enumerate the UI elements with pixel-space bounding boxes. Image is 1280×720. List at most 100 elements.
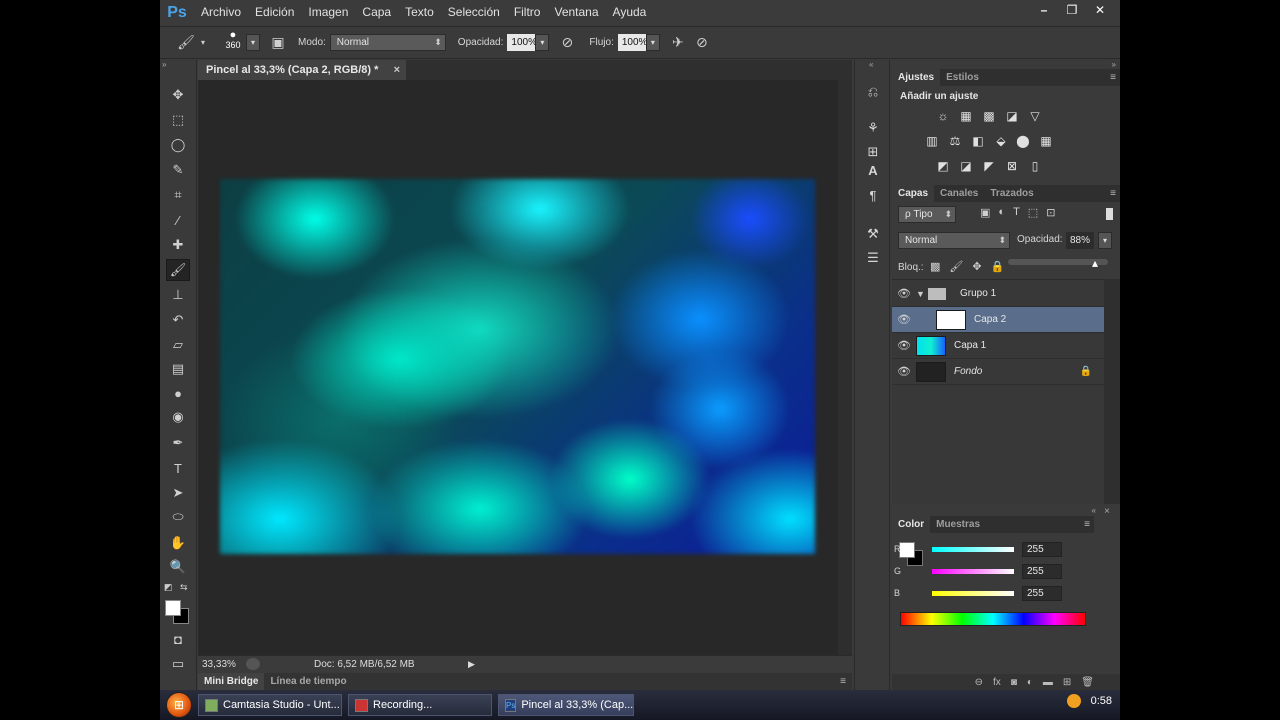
black-white-icon[interactable]: ◧ — [969, 133, 987, 149]
adjustments-panel-menu-icon[interactable]: ≡ — [1110, 69, 1116, 86]
add-mask-icon[interactable]: ◙ — [1011, 677, 1017, 688]
color-balance-icon[interactable]: ⚖ — [946, 133, 964, 149]
filter-type-icon[interactable]: T — [1013, 206, 1020, 219]
close-button[interactable]: ✕ — [1086, 0, 1114, 20]
tool-presets-panel-icon[interactable]: ⚒ — [861, 224, 885, 244]
toolbox-collapse-icon[interactable]: » — [162, 60, 166, 69]
red-slider[interactable] — [932, 546, 1014, 552]
menu-ayuda[interactable]: Ayuda — [606, 0, 654, 25]
new-layer-icon[interactable]: ⊞ — [1063, 677, 1071, 688]
default-colors-icon[interactable]: ◩ — [164, 582, 173, 593]
menu-seleccion[interactable]: Selección — [441, 0, 507, 25]
move-tool-icon[interactable]: ✥ — [166, 84, 190, 106]
color-panel-close-icon[interactable]: × — [1104, 506, 1110, 517]
tray-notification-icon[interactable] — [1066, 694, 1081, 708]
clone-stamp-tool-icon[interactable]: ⊥ — [166, 284, 190, 306]
quick-mask-icon[interactable]: ◘ — [166, 628, 190, 650]
channel-mixer-icon[interactable]: ⬤ — [1014, 133, 1032, 149]
dodge-tool-icon[interactable]: ◉ — [166, 406, 190, 428]
mode-select[interactable]: Normal — [329, 34, 446, 51]
swap-colors-icon[interactable]: ⇆ — [180, 582, 188, 593]
menu-imagen[interactable]: Imagen — [301, 0, 355, 25]
delete-layer-icon[interactable]: 🗑 — [1081, 677, 1094, 688]
color-panel-collapse-icon[interactable]: « — [1092, 506, 1096, 515]
layer-filter-select[interactable]: ρ Tipo — [898, 206, 956, 223]
filter-shape-icon[interactable]: ⬚ — [1028, 206, 1038, 219]
zoom-tool-icon[interactable]: 🔍 — [166, 556, 190, 578]
tab-canales[interactable]: Canales — [934, 185, 984, 202]
layers-scrollbar[interactable] — [1104, 279, 1120, 504]
history-brush-tool-icon[interactable]: ↶ — [166, 309, 190, 331]
screen-mode-icon[interactable]: ▭ — [166, 653, 190, 675]
lock-pixels-icon[interactable]: 🖌 — [949, 260, 963, 273]
curves-icon[interactable]: ▩ — [980, 108, 998, 124]
opacity-field[interactable]: 100% — [507, 34, 537, 51]
menu-filtro[interactable]: Filtro — [507, 0, 548, 25]
history-panel-icon[interactable]: ⎌ — [861, 82, 885, 102]
start-button[interactable]: ⊞ — [166, 692, 192, 718]
lock-all-icon[interactable]: 🔒 — [991, 260, 1005, 273]
gradient-tool-icon[interactable]: ▤ — [166, 358, 190, 380]
layer-row-fondo[interactable]: 👁 Fondo 🔒 — [892, 359, 1104, 385]
color-spectrum-ramp[interactable] — [900, 612, 1086, 626]
minimize-button[interactable]: – — [1030, 0, 1058, 20]
taskbar-camtasia[interactable]: Camtasia Studio - Unt... — [198, 694, 342, 716]
tab-mini-bridge[interactable]: Mini Bridge — [198, 673, 265, 690]
opacity-slider-dropdown[interactable]: ▾ — [535, 34, 550, 51]
flow-slider-dropdown[interactable]: ▾ — [645, 34, 660, 51]
path-selection-tool-icon[interactable]: ➤ — [166, 482, 190, 504]
brightness-icon[interactable]: ☼ — [934, 108, 952, 124]
tab-capas[interactable]: Capas — [892, 185, 935, 202]
eyedropper-tool-icon[interactable]: ⁄ — [166, 209, 190, 231]
layer-comps-panel-icon[interactable]: ☰ — [861, 248, 885, 268]
tool-preset-dropdown-icon[interactable]: ▾ — [198, 38, 208, 47]
flow-field[interactable]: 100% — [617, 34, 647, 51]
slider-handle-icon[interactable]: ▴ — [1092, 256, 1098, 270]
brush-size-preview[interactable]: ● 360 — [222, 29, 244, 56]
vibrance-icon[interactable]: ▽ — [1026, 108, 1044, 124]
paragraph-panel-icon[interactable]: ¶ — [861, 185, 885, 205]
menu-capa[interactable]: Capa — [355, 0, 398, 25]
layer-opacity-dropdown[interactable]: ▾ — [1098, 232, 1112, 249]
gradient-map-icon[interactable]: ⊠ — [1003, 158, 1021, 174]
green-slider[interactable] — [932, 568, 1014, 574]
group-expand-icon[interactable]: ▼ — [916, 289, 928, 299]
brush-tool-icon[interactable]: 🖌 — [166, 259, 190, 281]
brush-picker-dropdown[interactable]: ▾ — [246, 34, 260, 51]
lock-transparency-icon[interactable]: ▩ — [930, 260, 940, 273]
type-tool-icon[interactable]: T — [166, 457, 190, 479]
canvas-area[interactable] — [198, 80, 852, 655]
layer-row-grupo-1[interactable]: 👁 ▼ Grupo 1 — [892, 281, 1104, 307]
pen-tool-icon[interactable]: ✒ — [166, 432, 190, 454]
color-panel-menu-icon[interactable]: ≡ — [1084, 516, 1090, 533]
layers-panel-menu-icon[interactable]: ≡ — [1110, 185, 1116, 202]
healing-brush-tool-icon[interactable]: ✚ — [166, 234, 190, 256]
new-group-icon[interactable]: ▬ — [1043, 677, 1053, 688]
taskbar-photoshop[interactable]: Ps Pincel al 33,3% (Cap... — [498, 694, 634, 716]
eraser-tool-icon[interactable]: ▱ — [166, 334, 190, 356]
filter-toggle-switch[interactable] — [1106, 208, 1113, 220]
posterize-icon[interactable]: ◪ — [957, 158, 975, 174]
exposure-icon[interactable]: ◪ — [1003, 108, 1021, 124]
visibility-eye-icon[interactable]: 👁 — [892, 287, 916, 300]
status-info-icon[interactable] — [246, 658, 260, 670]
selective-color-icon[interactable]: ▯ — [1026, 158, 1044, 174]
document-tab[interactable]: Pincel al 33,3% (Capa 2, RGB/8) * × — [198, 60, 406, 80]
vertical-scrollbar[interactable] — [838, 80, 852, 655]
visibility-eye-icon[interactable]: 👁 — [892, 313, 916, 326]
restore-button[interactable]: ❐ — [1058, 0, 1086, 20]
filter-pixel-icon[interactable]: ▣ — [980, 206, 990, 219]
link-layers-icon[interactable]: ⊖ — [975, 677, 983, 688]
blend-mode-select[interactable]: Normal — [898, 232, 1010, 249]
bottom-panel-menu-icon[interactable]: ≡ — [840, 676, 846, 687]
zoom-level[interactable]: 33,33% — [202, 659, 246, 670]
photo-filter-icon[interactable]: ⬙ — [992, 133, 1010, 149]
pressure-size-icon[interactable]: ⊘ — [690, 34, 714, 51]
menu-archivo[interactable]: Archivo — [194, 0, 248, 25]
visibility-eye-icon[interactable]: 👁 — [892, 365, 916, 378]
menu-texto[interactable]: Texto — [398, 0, 441, 25]
tab-estilos[interactable]: Estilos — [940, 69, 985, 86]
red-value[interactable]: 255 — [1022, 541, 1062, 557]
color-fg-swatch[interactable] — [899, 542, 915, 558]
layer-style-icon[interactable]: fx — [993, 677, 1001, 688]
